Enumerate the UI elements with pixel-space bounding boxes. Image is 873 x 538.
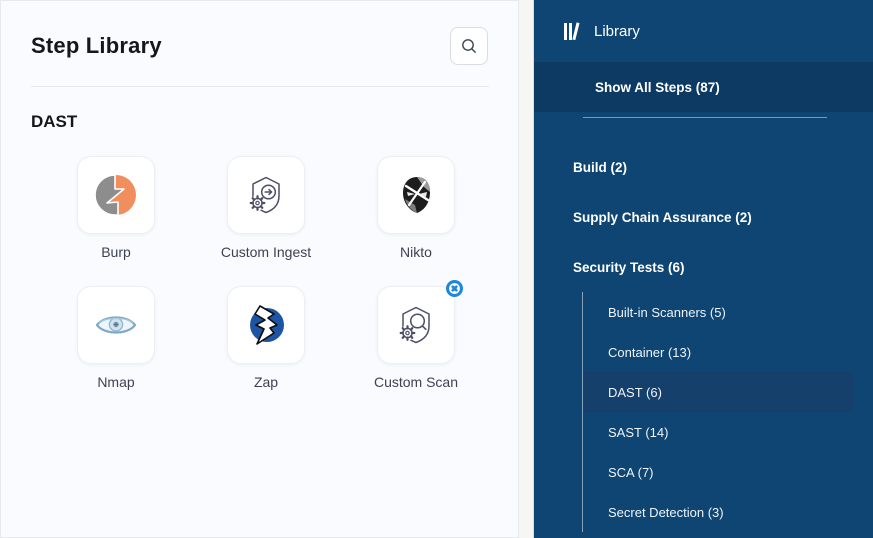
step-label: Burp [101,244,131,260]
step-library-window: Step Library DAST [0,0,873,538]
panel-header: Step Library [1,1,518,65]
nav-subitem-dast[interactable]: DAST (6) [583,372,853,412]
nav-subitem-built-in-scanners[interactable]: Built-in Scanners (5) [583,292,853,332]
section-heading-dast: DAST [31,112,518,132]
search-icon [460,37,478,55]
header-divider [31,86,489,87]
step-nikto[interactable]: Nikto [341,156,491,260]
library-title: Library [594,23,640,40]
nav-subitem-secret-detection[interactable]: Secret Detection (3) [583,492,853,532]
nav-item-security-tests[interactable]: Security Tests (6) [534,242,873,292]
step-nmap[interactable]: Nmap [41,286,191,390]
nav-item-label: Security Tests (6) [573,260,685,275]
step-tile-grid: Burp Custom In [41,156,518,390]
nav-subitem-label: Built-in Scanners (5) [608,305,726,320]
library-header: Library [534,0,873,62]
step-tile[interactable] [377,156,455,234]
nav-subitem-container[interactable]: Container (13) [583,332,853,372]
step-tile[interactable] [77,156,155,234]
step-custom-ingest[interactable]: Custom Ingest [191,156,341,260]
nav-subitem-label: SCA (7) [608,465,654,480]
nav-item-supply-chain-assurance[interactable]: Supply Chain Assurance (2) [534,192,873,242]
show-all-steps-item[interactable]: Show All Steps (87) [534,62,873,112]
nav-item-build[interactable]: Build (2) [534,142,873,192]
step-zap[interactable]: Zap [191,286,341,390]
custom-scan-shield-icon [394,303,438,347]
nav-subitem-label: Container (13) [608,345,691,360]
step-tile[interactable] [77,286,155,364]
nav-subitem-label: SAST (14) [608,425,668,440]
step-custom-scan[interactable]: Custom Scan [341,286,491,390]
security-tests-sublist: Built-in Scanners (5) Container (13) DAS… [582,292,873,532]
drag-dots-badge-icon [446,280,463,297]
nav-subitem-label: DAST (6) [608,385,662,400]
library-sidebar: Library Show All Steps (87) Build (2) Su… [534,0,873,538]
library-books-icon [563,22,583,41]
sidebar-divider [583,117,827,118]
nav-subitem-sca[interactable]: SCA (7) [583,452,853,492]
step-tile[interactable] [227,286,305,364]
step-library-panel: Step Library DAST [0,0,519,538]
nav-subitem-label: Secret Detection (3) [608,505,724,520]
nmap-eye-logo-icon [93,308,139,342]
zap-logo-icon [243,302,289,348]
search-button[interactable] [450,27,488,65]
panel-gap [519,0,534,538]
page-title: Step Library [31,33,162,59]
category-nav: Build (2) Supply Chain Assurance (2) Sec… [534,142,873,532]
nav-item-label: Supply Chain Assurance (2) [573,210,752,225]
step-label: Nmap [97,374,134,390]
burp-logo-icon [94,173,138,217]
nikto-logo-icon [394,173,438,217]
nav-item-label: Build (2) [573,160,627,175]
step-label: Nikto [400,244,432,260]
show-all-steps-label: Show All Steps (87) [595,80,720,95]
step-label: Custom Ingest [221,244,311,260]
step-burp[interactable]: Burp [41,156,191,260]
custom-ingest-shield-icon [244,173,288,217]
nav-subitem-sast[interactable]: SAST (14) [583,412,853,452]
step-tile[interactable] [377,286,455,364]
step-label: Custom Scan [374,374,458,390]
step-tile[interactable] [227,156,305,234]
step-label: Zap [254,374,278,390]
